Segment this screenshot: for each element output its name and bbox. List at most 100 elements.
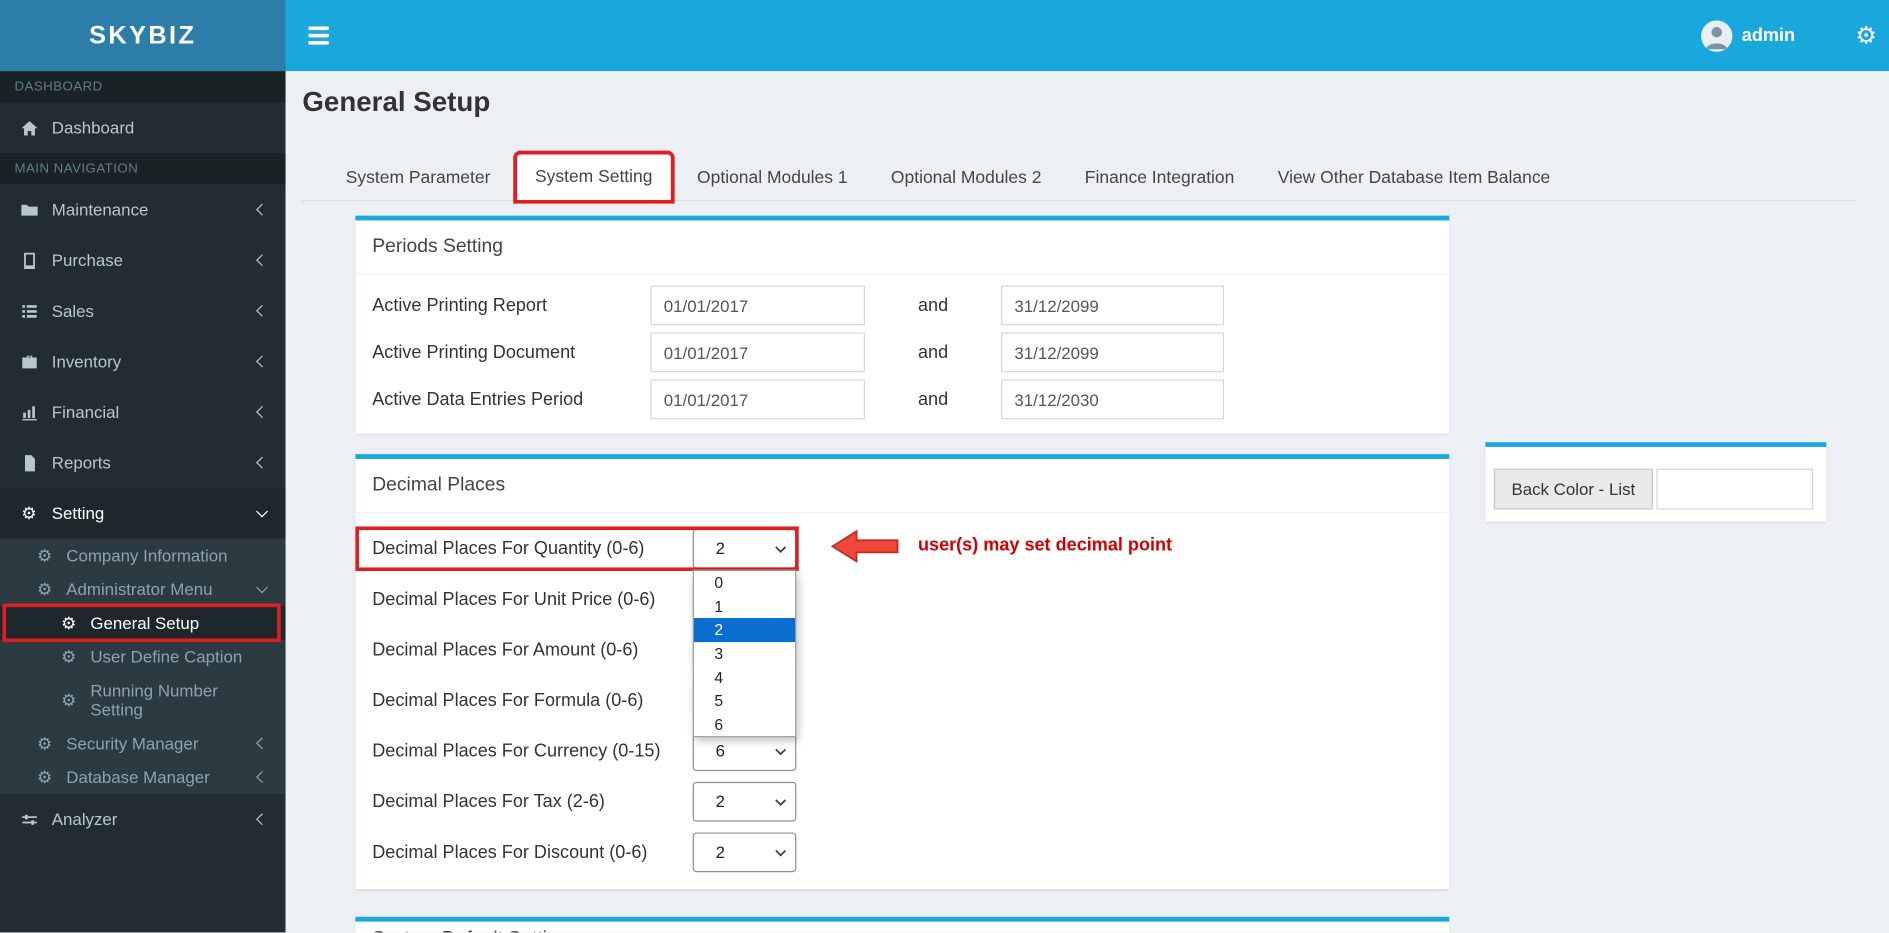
dropdown-option-selected[interactable]: 2 [693, 618, 796, 642]
tax-select[interactable]: 2 [692, 781, 797, 822]
gears-icon: ⚙ [37, 545, 53, 566]
chevron-down-icon [775, 545, 787, 553]
field-label: Active Data Entries Period [372, 389, 584, 410]
field-label: Active Printing Document [372, 342, 576, 363]
tab-system-setting[interactable]: System Setting [516, 154, 671, 200]
sidebar: DASHBOARD Dashboard MAIN NAVIGATION Main… [0, 71, 286, 933]
dropdown-option[interactable]: 3 [694, 642, 795, 666]
field-label: Decimal Places For Discount (0-6) [372, 841, 648, 862]
field-label: Active Printing Report [372, 295, 548, 316]
back-color-list-button[interactable]: Back Color - List [1493, 468, 1653, 510]
chevron-left-icon [256, 406, 268, 418]
decimal-row: Decimal Places For Tax (2-6) 2 [372, 776, 1449, 827]
period-row: Active Data Entries Period and [372, 376, 1449, 423]
sidebar-item-financial[interactable]: Financial [0, 387, 286, 438]
select-value: 2 [715, 842, 725, 862]
active-printing-document-to-input[interactable] [1001, 332, 1224, 373]
dropdown-option[interactable]: 6 [694, 713, 795, 737]
back-color-input[interactable] [1656, 468, 1814, 510]
brand-logo[interactable]: SKYBIZ [0, 0, 286, 72]
active-printing-report-to-input[interactable] [1001, 285, 1224, 326]
sidebar-toggle-button[interactable] [290, 0, 345, 71]
tab-optional-modules-2[interactable]: Optional Modules 2 [874, 157, 1058, 200]
file-icon [18, 454, 40, 472]
sidebar-item-label: Database Manager [66, 767, 210, 787]
main-content: General Setup System Parameter System Se… [285, 71, 1889, 933]
tab-system-parameter[interactable]: System Parameter [329, 157, 507, 200]
tab-optional-modules-1[interactable]: Optional Modules 1 [680, 157, 864, 200]
back-color-panel: Back Color - List [1485, 442, 1827, 522]
field-label: Decimal Places For Amount (0-6) [372, 639, 639, 660]
field-label: Decimal Places For Formula (0-6) [372, 689, 644, 711]
sidebar-item-general-setup[interactable]: ⚙ General Setup [0, 603, 286, 643]
panel-title: Decimal Places [372, 474, 506, 496]
chevron-left-icon [256, 254, 268, 267]
sidebar-item-company-information[interactable]: ⚙ Company Information [0, 539, 286, 573]
sidebar-item-purchase[interactable]: Purchase [0, 235, 286, 286]
sidebar-section-dashboard: DASHBOARD [0, 71, 286, 103]
sidebar-item-running-number-setting[interactable]: ⚙ Running Number Setting [0, 673, 286, 726]
home-icon [18, 119, 40, 137]
sidebar-item-database-manager[interactable]: ⚙ Database Manager [0, 760, 286, 794]
user-menu[interactable]: admin [1700, 0, 1795, 71]
decimal-places-panel: Decimal Places Decimal Places For Quanti… [355, 454, 1450, 890]
settings-gear-icon[interactable]: ⚙ [1855, 0, 1877, 71]
sidebar-item-label: User Define Caption [90, 646, 243, 667]
quantity-select[interactable]: 2 [692, 528, 797, 569]
tablet-icon [18, 251, 40, 269]
sidebar-item-setting[interactable]: ⚙ Setting [0, 487, 286, 539]
select-value: 6 [715, 740, 725, 761]
decimal-row: Decimal Places For Discount (0-6) 2 [372, 826, 1449, 877]
chevron-down-icon [775, 798, 787, 806]
dropdown-option[interactable]: 0 [694, 571, 795, 595]
gears-icon: ⚙ [21, 503, 37, 523]
sidebar-item-maintenance[interactable]: Maintenance [0, 184, 286, 235]
chevron-left-icon [256, 456, 268, 469]
tab-view-other-database-item-balance[interactable]: View Other Database Item Balance [1261, 157, 1567, 200]
tab-finance-integration[interactable]: Finance Integration [1068, 157, 1251, 200]
annotation-arrow-icon [831, 530, 899, 563]
gears-icon: ⚙ [37, 767, 53, 787]
chevron-down-icon [775, 748, 787, 755]
list-icon [18, 302, 40, 320]
folder-icon [18, 201, 40, 219]
sidebar-item-analyzer[interactable]: Analyzer [0, 794, 286, 845]
topbar: SKYBIZ admin ⚙ [0, 0, 1889, 72]
sidebar-item-inventory[interactable]: Inventory [0, 336, 286, 387]
dropdown-option[interactable]: 1 [694, 595, 795, 619]
active-data-entries-to-input[interactable] [1001, 379, 1224, 420]
decimal-row: Decimal Places For Unit Price (0-6) [372, 573, 1449, 624]
discount-select[interactable]: 2 [692, 831, 797, 872]
annotation-text: user(s) may set decimal point [917, 534, 1173, 556]
sidebar-item-user-define-caption[interactable]: ⚙ User Define Caption [0, 640, 286, 674]
active-printing-report-from-input[interactable] [650, 285, 865, 326]
decimal-row: Decimal Places For Amount (0-6) [372, 624, 1449, 675]
sidebar-item-security-manager[interactable]: ⚙ Security Manager [0, 726, 286, 760]
sidebar-item-sales[interactable]: Sales [0, 286, 286, 337]
sidebar-item-label: Administrator Menu [66, 579, 213, 599]
active-data-entries-from-input[interactable] [650, 379, 865, 420]
sidebar-item-dashboard[interactable]: Dashboard [0, 102, 286, 153]
setting-submenu: ⚙ Company Information ⚙ Administrator Me… [0, 538, 286, 794]
active-printing-document-from-input[interactable] [650, 332, 865, 373]
app-window: SKYBIZ admin ⚙ DASHBOARD Dashboard MAIN … [0, 0, 1889, 933]
select-value: 2 [715, 538, 725, 558]
sidebar-item-label: Financial [51, 402, 120, 422]
select-value: 2 [715, 791, 725, 811]
chevron-left-icon [256, 737, 268, 750]
sidebar-item-label: Company Information [66, 545, 228, 566]
conjunction-label: and [917, 389, 949, 410]
sidebar-item-label: Reports [51, 452, 111, 473]
sidebar-item-reports[interactable]: Reports [0, 437, 286, 488]
panel-title: Periods Setting [372, 236, 503, 257]
dropdown-option[interactable]: 4 [694, 665, 795, 689]
sidebar-item-label: General Setup [90, 613, 200, 633]
sidebar-item-administrator-menu[interactable]: ⚙ Administrator Menu [0, 572, 286, 606]
sidebar-item-label: Sales [51, 301, 95, 321]
quantity-select-dropdown: 0 1 2 3 4 5 6 [692, 569, 797, 738]
sidebar-item-label: Dashboard [51, 118, 135, 138]
panel-title: System Default Setting [355, 922, 1449, 933]
field-label: Decimal Places For Tax (2-6) [372, 790, 605, 812]
dropdown-option[interactable]: 5 [694, 689, 795, 713]
period-row: Active Printing Report and [372, 282, 1449, 329]
